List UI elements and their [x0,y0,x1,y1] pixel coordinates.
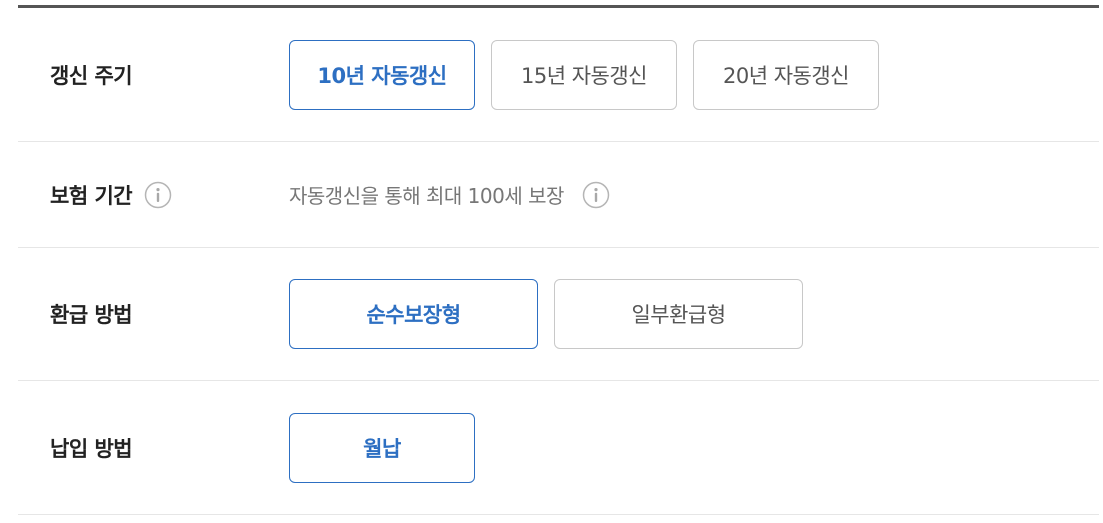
renewal-cycle-label: 갱신 주기 [50,63,133,88]
coverage-period-row: 보험 기간 자동갱신을 통해 최대 100세 보장 [18,142,1099,248]
refund-method-options: 순수보장형 일부환급형 [289,279,803,349]
pure-protection-button[interactable]: 순수보장형 [289,279,538,349]
coverage-period-value: 자동갱신을 통해 최대 100세 보장 [289,184,564,208]
info-icon[interactable] [144,181,172,209]
refund-method-row: 환급 방법 순수보장형 일부환급형 [18,248,1099,381]
renewal-cycle-options: 10년 자동갱신 15년 자동갱신 20년 자동갱신 [289,39,879,110]
coverage-info-icon[interactable] [582,181,610,209]
coverage-period-label: 보험 기간 [50,183,133,208]
coverage-period-value-wrap: 자동갱신을 통해 최대 100세 보장 [289,180,610,209]
partial-refund-button[interactable]: 일부환급형 [554,279,803,349]
coverage-period-label-wrap: 보험 기간 [50,180,172,210]
renewal-20-year-button[interactable]: 20년 자동갱신 [693,39,879,110]
refund-method-label: 환급 방법 [50,303,133,327]
renewal-15-year-button[interactable]: 15년 자동갱신 [491,39,677,110]
monthly-payment-button[interactable]: 월납 [289,412,475,483]
renewal-cycle-row: 갱신 주기 10년 자동갱신 15년 자동갱신 20년 자동갱신 [18,8,1099,142]
insurance-options-panel: 갱신 주기 10년 자동갱신 15년 자동갱신 20년 자동갱신 보험 기간 자… [18,5,1099,515]
payment-method-label: 납입 방법 [50,436,133,461]
payment-method-row: 납입 방법 월납 [18,381,1099,515]
payment-method-options: 월납 [289,412,475,483]
renewal-10-year-button[interactable]: 10년 자동갱신 [289,39,475,110]
